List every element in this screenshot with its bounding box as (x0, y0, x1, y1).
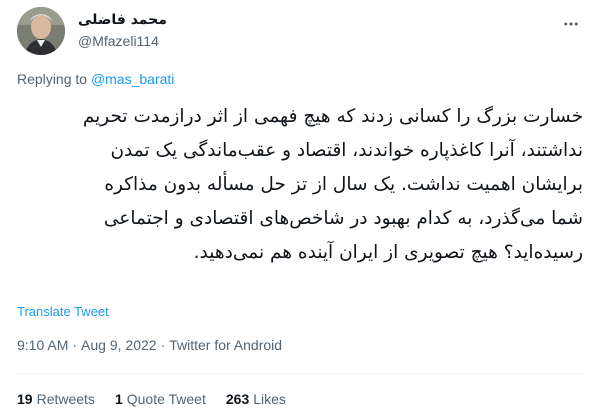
author-names: محمد فاضلی @Mfazeli114 (78, 11, 167, 50)
tweet-stats: 19 Retweets 1 Quote Tweet 263 Likes (17, 391, 286, 407)
translate-tweet-link[interactable]: Translate Tweet (17, 304, 109, 319)
divider (17, 373, 583, 374)
likes-label: Likes (253, 391, 286, 407)
tweet-source-link[interactable]: Twitter for Android (169, 337, 282, 353)
quote-tweets-count: 1 (114, 391, 123, 407)
quote-tweets-label: Quote Tweet (126, 391, 206, 407)
likes-stat[interactable]: 263 Likes (226, 391, 286, 407)
tweet-text-line: برایشان اهمیت نداشت. یک سال از تز حل مسأ… (104, 174, 583, 195)
tweet-text-line: شما می‌گذرد، به کدام بهبود در شاخص‌های ا… (103, 208, 583, 229)
meta-separator: · (72, 337, 78, 353)
tweet-time-link[interactable]: 9:10 AM · Aug 9, 2022 (17, 337, 157, 353)
tweet-text-line: نداشتند، آنرا کاغذپاره خواندند، اقتصاد و… (110, 140, 583, 161)
tweet-card: محمد فاضلی @Mfazeli114 Replying to @mas_… (0, 0, 600, 418)
author-display-name[interactable]: محمد فاضلی (78, 11, 167, 29)
tweet-text-line: رسیده‌اید؟ هیچ تصویری از ایران آینده هم … (193, 242, 583, 263)
replying-to-prefix: Replying to (17, 71, 91, 87)
replying-to: Replying to @mas_barati (17, 71, 174, 87)
tweet-text: خسارت بزرگ را کسانی زدند که هیچ فهمی از … (17, 100, 583, 270)
retweets-count: 19 (17, 391, 33, 407)
retweets-label: Retweets (36, 391, 95, 407)
tweet-text-line: خسارت بزرگ را کسانی زدند که هیچ فهمی از … (82, 106, 583, 127)
tweet-date: Aug 9, 2022 (81, 337, 157, 353)
avatar-image (17, 7, 65, 55)
replying-to-handle-link[interactable]: @mas_barati (91, 71, 174, 87)
avatar[interactable] (17, 7, 65, 55)
tweet-meta: 9:10 AM · Aug 9, 2022 · Twitter for Android (17, 337, 282, 353)
meta-separator: · (160, 337, 166, 353)
retweets-stat[interactable]: 19 Retweets (17, 391, 95, 407)
tweet-header: محمد فاضلی @Mfazeli114 (17, 5, 588, 57)
tweet-time: 9:10 AM (17, 337, 69, 353)
likes-count: 263 (225, 391, 250, 407)
more-icon (564, 22, 578, 26)
author-handle[interactable]: @Mfazeli114 (78, 32, 167, 50)
more-options-button[interactable] (560, 13, 582, 35)
quote-tweets-stat[interactable]: 1 Quote Tweet (115, 391, 206, 407)
